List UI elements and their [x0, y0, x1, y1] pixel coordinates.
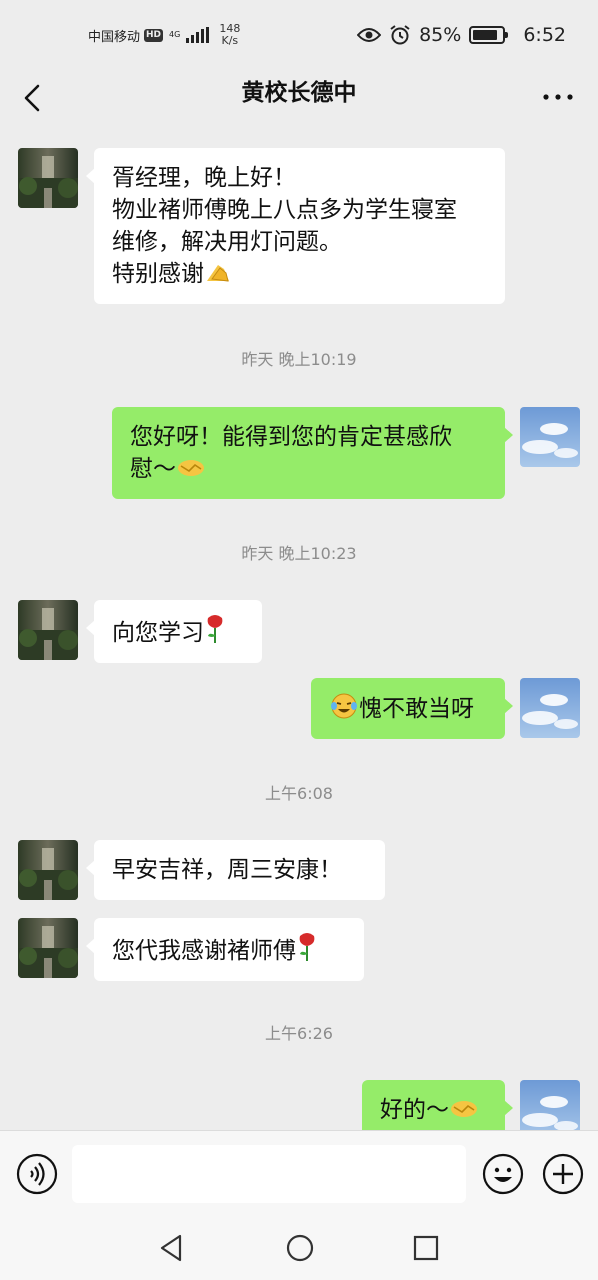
folded-hands-emoji	[207, 265, 229, 282]
status-right: 85% 6:52	[357, 22, 566, 48]
message-text: 特别感谢	[112, 261, 204, 287]
message-line: 您代我感谢褚师傅	[112, 932, 346, 967]
street-photo-icon	[18, 148, 78, 208]
laughing-tears-emoji	[331, 693, 357, 719]
message-line: 好的～	[380, 1094, 487, 1126]
triangle-back-icon[interactable]	[156, 1232, 188, 1264]
signal-icon	[186, 27, 210, 43]
rose-emoji	[207, 615, 223, 643]
message-text: 慰～	[130, 456, 176, 482]
rose-emoji	[299, 933, 315, 961]
street-photo-icon	[18, 840, 78, 900]
carrier-label: 中国移动	[88, 29, 141, 45]
hd-badge: HD	[144, 28, 164, 42]
message-line: 愧不敢当呀	[329, 692, 487, 725]
my-avatar[interactable]	[520, 678, 580, 738]
handshake-emoji	[178, 460, 204, 476]
timestamp: 昨天 晚上10:23	[241, 544, 357, 563]
message-bubble-outgoing[interactable]: 愧不敢当呀	[311, 678, 513, 739]
message-text: 向您学习	[112, 620, 204, 646]
message-line: 慰～	[130, 453, 487, 485]
message-text: 胥经理，晚上好！	[112, 165, 296, 191]
message-bubble-incoming[interactable]: 您代我感谢褚师傅	[86, 918, 364, 981]
chat-header: 黄校长德中	[0, 68, 598, 126]
message-bubble-incoming[interactable]: 胥经理，晚上好！ 物业褚师傅晚上八点多为学生寝室 维修，解决用灯问题。 特别感谢	[86, 148, 505, 304]
contact-avatar[interactable]	[18, 600, 78, 660]
more-icon[interactable]	[540, 82, 576, 112]
message-bubble-outgoing[interactable]: 好的～	[362, 1080, 513, 1130]
message-text: 愧不敢当呀	[359, 696, 474, 722]
message-input[interactable]	[72, 1145, 466, 1203]
message-line: 特别感谢	[112, 258, 487, 290]
battery-icon	[469, 26, 509, 44]
network-tag: 4G	[169, 30, 181, 39]
sky-photo-icon	[520, 678, 580, 738]
sky-photo-icon	[520, 407, 580, 467]
sky-photo-icon	[520, 1080, 580, 1130]
status-left: 中国移动 HD 4G 148 K/s	[88, 22, 240, 48]
alarm-icon	[390, 25, 410, 45]
speed-unit: K/s	[221, 34, 239, 47]
plus-icon[interactable]	[542, 1153, 584, 1195]
timestamp: 上午6:26	[265, 1024, 333, 1043]
street-photo-icon	[18, 600, 78, 660]
message-text: 物业褚师傅晚上八点多为学生寝室	[112, 197, 457, 223]
message-text: 好的～	[380, 1097, 449, 1123]
my-avatar[interactable]	[520, 407, 580, 467]
contact-avatar[interactable]	[18, 148, 78, 208]
network-speed: 148 K/s	[219, 23, 240, 47]
input-bar	[0, 1130, 598, 1218]
contact-avatar[interactable]	[18, 918, 78, 978]
battery-percent: 85%	[419, 24, 462, 46]
status-bar: 中国移动 HD 4G 148 K/s 85% 6:52	[0, 0, 598, 68]
voice-icon[interactable]	[16, 1153, 58, 1195]
message-bubble-incoming[interactable]: 早安吉祥，周三安康！	[86, 840, 385, 900]
emoji-face-icon[interactable]	[482, 1153, 524, 1195]
street-photo-icon	[18, 918, 78, 978]
system-nav-bar	[0, 1218, 598, 1280]
battery-fill	[473, 30, 498, 40]
eye-icon	[357, 28, 382, 42]
message-text: 维修，解决用灯问题。	[112, 229, 342, 255]
message-text: 您代我感谢褚师傅	[112, 938, 296, 964]
clock: 6:52	[523, 24, 566, 46]
timestamp: 昨天 晚上10:19	[241, 350, 357, 369]
message-bubble-outgoing[interactable]: 您好呀！能得到您的肯定甚感欣 慰～	[112, 407, 513, 499]
message-text: 您好呀！能得到您的肯定甚感欣	[130, 424, 452, 450]
handshake-emoji	[451, 1101, 477, 1117]
chat-title: 黄校长德中	[241, 80, 357, 106]
message-text: 早安吉祥，周三安康！	[112, 857, 342, 883]
my-avatar[interactable]	[520, 1080, 580, 1130]
contact-avatar[interactable]	[18, 840, 78, 900]
circle-home-icon[interactable]	[284, 1232, 316, 1264]
message-bubble-incoming[interactable]: 向您学习	[86, 600, 262, 663]
message-list[interactable]: 胥经理，晚上好！ 物业褚师傅晚上八点多为学生寝室 维修，解决用灯问题。 特别感谢…	[0, 126, 598, 1130]
message-line: 向您学习	[112, 614, 244, 649]
timestamp: 上午6:08	[265, 784, 333, 803]
square-recents-icon[interactable]	[410, 1232, 442, 1264]
